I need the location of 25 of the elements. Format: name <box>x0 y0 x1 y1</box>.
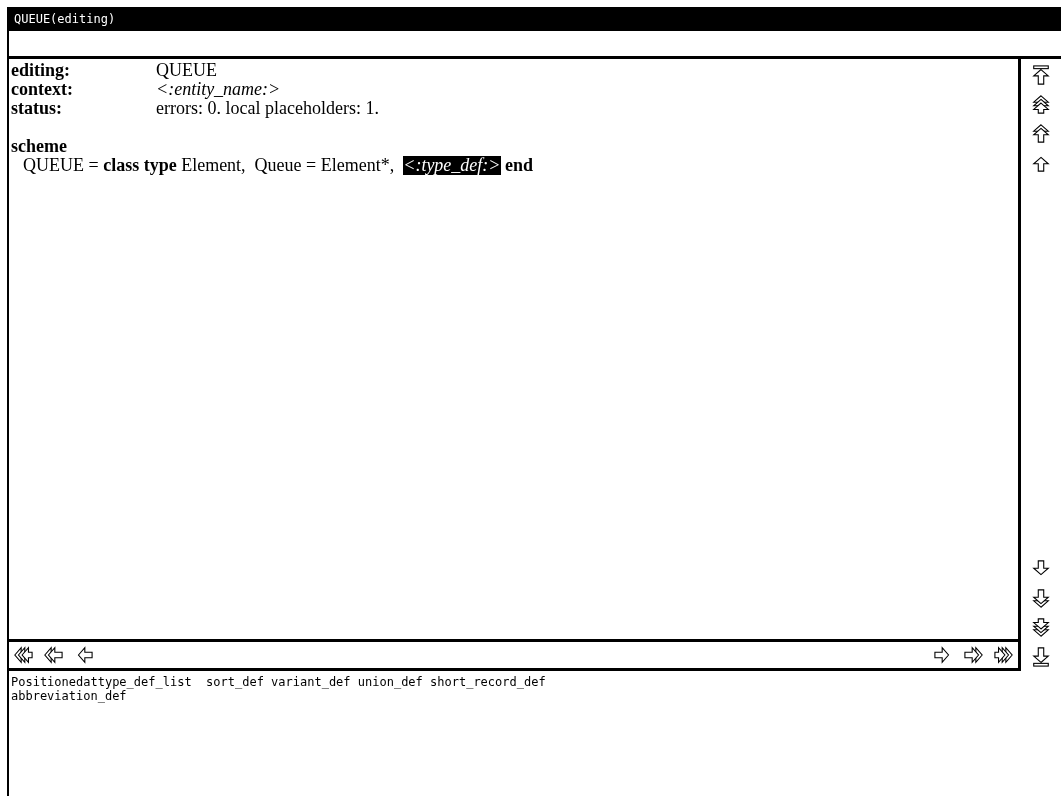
section-heading: scheme <box>11 137 68 156</box>
scroll-to-top-icon[interactable] <box>1031 65 1051 85</box>
keyword-text: end <box>504 156 533 175</box>
field-label: status: <box>11 99 63 118</box>
scroll-to-bottom-icon[interactable] <box>1031 647 1051 667</box>
scroll-far-up-icon[interactable] <box>1031 94 1051 114</box>
scroll-far-down-icon[interactable] <box>1031 618 1051 638</box>
code-text: Element, Queue = Element*, <box>180 156 396 175</box>
scroll-page-up-icon[interactable] <box>1031 123 1051 143</box>
field-value: QUEUE <box>156 61 217 80</box>
field-value: <:entity_name:> <box>156 80 281 99</box>
scroll-page-down-icon[interactable] <box>1031 589 1051 609</box>
field-value: errors: 0. local placeholders: 1. <box>156 99 379 118</box>
scroll-far-right-icon[interactable] <box>994 645 1014 665</box>
placeholder-token[interactable]: <:type_def:> <box>403 156 501 175</box>
window-title: QUEUE(editing) <box>9 7 1061 31</box>
completion-text: Positionedattype_def_list sort_def variant_def union_def short_record_def <box>11 675 547 689</box>
field-label: editing: <box>11 61 71 80</box>
scroll-page-right-icon[interactable] <box>964 645 984 665</box>
code-text: QUEUE = <box>23 156 100 175</box>
field-label: context: <box>11 80 74 99</box>
scroll-far-left-icon[interactable] <box>13 645 33 665</box>
completion-text: abbreviation_def <box>11 689 128 703</box>
keyword-text: class type <box>103 156 177 175</box>
scroll-page-left-icon[interactable] <box>43 645 63 665</box>
